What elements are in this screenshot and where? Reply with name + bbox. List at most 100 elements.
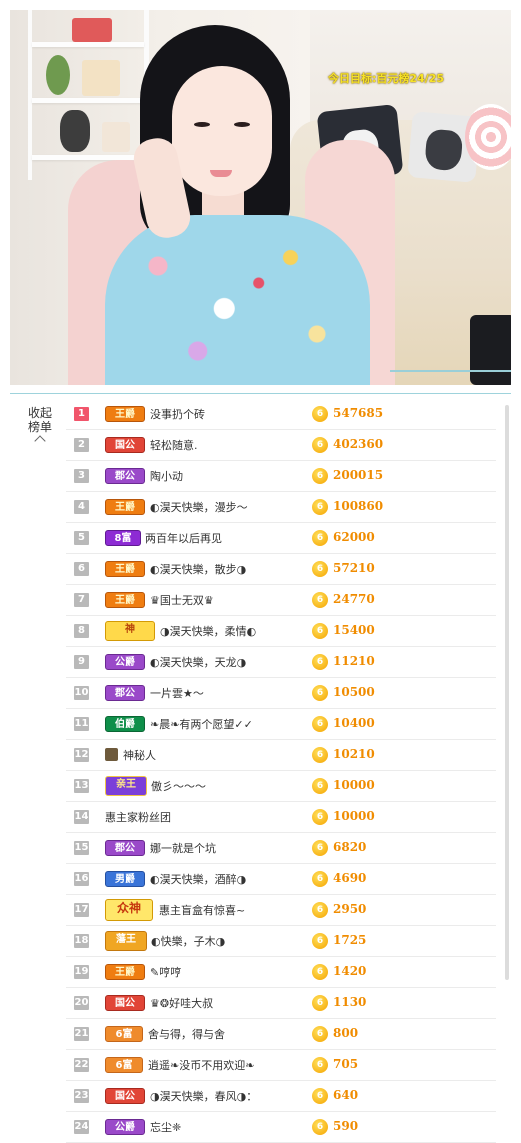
live-video[interactable]: 今日目标:百元榜24/25: [10, 10, 511, 385]
coin-icon: 6: [312, 437, 328, 453]
rank-number: 14: [74, 810, 89, 824]
list-item[interactable]: 8 神 ◑淏天快樂，柔情◐ 6 15400: [66, 616, 496, 647]
user-name[interactable]: ◐淏天快樂，天龙◑: [150, 654, 246, 670]
user-name[interactable]: 一片雲★～: [150, 685, 204, 701]
coin-icon: 6: [312, 530, 328, 546]
noble-badge: 神: [105, 621, 155, 641]
list-item[interactable]: 6 王爵 ◐淏天快樂，散步◑ 6 57210: [66, 554, 496, 585]
list-item[interactable]: 20 国公 ♛❂好哇大叔 6 1130: [66, 988, 496, 1019]
rank-number: 7: [74, 593, 89, 607]
list-item[interactable]: 22 6富 逍遥❧没币不用欢迎❧ 6 705: [66, 1050, 496, 1081]
coin-icon: 6: [312, 499, 328, 515]
list-item[interactable]: 7 王爵 ♛国士无双♛ 6 24770: [66, 585, 496, 616]
list-item[interactable]: 19 王爵 ✎哼哼 6 1420: [66, 957, 496, 988]
list-item[interactable]: 24 公爵 忘尘❈ 6 590: [66, 1112, 496, 1143]
rank-number: 9: [74, 655, 89, 669]
list-item[interactable]: 21 6富 舍与得，得与舍 6 800: [66, 1019, 496, 1050]
contribution-score: 402360: [333, 437, 384, 451]
coin-icon: 6: [312, 809, 328, 825]
contribution-score: 1725: [333, 933, 367, 947]
user-name[interactable]: ♛❂好哇大叔: [150, 995, 213, 1011]
list-item[interactable]: 4 王爵 ◐淏天快樂，漫步～ 6 100860: [66, 492, 496, 523]
contribution-score: 62000: [333, 530, 375, 544]
user-name[interactable]: ◐淏天快樂，散步◑: [150, 561, 246, 577]
coin-icon: 6: [312, 1026, 328, 1042]
contribution-score: 10400: [333, 716, 375, 730]
user-name[interactable]: ◑淏天快樂，柔情◐: [160, 623, 256, 639]
coin-icon: 6: [312, 840, 328, 856]
user-name[interactable]: 忘尘❈: [150, 1119, 181, 1135]
user-name[interactable]: 轻松随意.: [150, 437, 198, 453]
list-item[interactable]: 10 郡公 一片雲★～ 6 10500: [66, 678, 496, 709]
coin-icon: 6: [312, 1057, 328, 1073]
list-item[interactable]: 15 郡公 娜一就是个坑 6 6820: [66, 833, 496, 864]
user-name[interactable]: 舍与得，得与舍: [148, 1026, 225, 1042]
noble-badge: 王爵: [105, 406, 145, 422]
collapse-ranking-button[interactable]: 收起 榜单: [22, 406, 58, 447]
stream-goal-overlay: 今日目标:百元榜24/25: [328, 72, 445, 85]
noble-badge: 众神: [105, 899, 153, 921]
coin-icon: 6: [312, 902, 328, 918]
contribution-score: 10210: [333, 747, 375, 761]
user-name[interactable]: 傲彡～～～: [151, 778, 206, 794]
rank-number: 20: [74, 996, 89, 1010]
contribution-score: 11210: [333, 654, 375, 668]
noble-badge: 国公: [105, 995, 145, 1011]
contribution-score: 24770: [333, 592, 375, 606]
user-name[interactable]: ◑淏天快樂，春风◑：: [150, 1088, 257, 1104]
list-item[interactable]: 3 郡公 陶小动 6 200015: [66, 461, 496, 492]
list-item[interactable]: 1 王爵 没事扔个砖 6 547685: [66, 399, 496, 430]
coin-icon: 6: [312, 654, 328, 670]
rank-number: 1: [74, 407, 89, 421]
list-item[interactable]: 2 国公 轻松随意. 6 402360: [66, 430, 496, 461]
list-item[interactable]: 17 众神 惠主盲盒有惊喜~ 6 2950: [66, 895, 496, 926]
contribution-score: 200015: [333, 468, 384, 482]
list-item[interactable]: 11 伯爵 ❧晨❧有两个愿望✓✓ 6 10400: [66, 709, 496, 740]
user-name[interactable]: ♛国士无双♛: [150, 592, 214, 608]
contribution-score: 1130: [333, 995, 367, 1009]
user-name[interactable]: 惠主盲盒有惊喜~: [159, 902, 245, 918]
coin-icon: 6: [312, 778, 328, 794]
list-item[interactable]: 23 国公 ◑淏天快樂，春风◑： 6 640: [66, 1081, 496, 1112]
user-name[interactable]: 两百年以后再见: [145, 530, 222, 546]
contribution-score: 705: [333, 1057, 359, 1071]
contribution-score: 2950: [333, 902, 367, 916]
coin-icon: 6: [312, 871, 328, 887]
user-name[interactable]: 逍遥❧没币不用欢迎❧: [148, 1057, 254, 1073]
rank-number: 5: [74, 531, 89, 545]
contribution-score: 15400: [333, 623, 375, 637]
user-name[interactable]: ◐快樂，子木◑: [151, 933, 225, 949]
noble-badge: 郡公: [105, 685, 145, 701]
noble-badge: 男爵: [105, 871, 145, 887]
user-name[interactable]: ◐淏天快樂，酒醉◑: [150, 871, 246, 887]
rank-number: 23: [74, 1089, 89, 1103]
list-item[interactable]: 14 惠主家粉丝团 6 10000: [66, 802, 496, 833]
user-name[interactable]: ✎哼哼: [150, 964, 181, 980]
contribution-score: 6820: [333, 840, 367, 854]
noble-badge: 王爵: [105, 964, 145, 980]
user-name[interactable]: 神秘人: [123, 747, 156, 763]
list-item[interactable]: 9 公爵 ◐淏天快樂，天龙◑ 6 11210: [66, 647, 496, 678]
coin-icon: 6: [312, 747, 328, 763]
list-item[interactable]: 18 藩王 ◐快樂，子木◑ 6 1725: [66, 926, 496, 957]
scrollbar[interactable]: [505, 405, 509, 980]
user-name[interactable]: 惠主家粉丝团: [105, 809, 171, 825]
list-item[interactable]: 12 神秘人 6 10210: [66, 740, 496, 771]
coin-icon: 6: [312, 561, 328, 577]
rank-number: 4: [74, 500, 89, 514]
user-name[interactable]: 娜一就是个坑: [150, 840, 216, 856]
contribution-score: 640: [333, 1088, 359, 1102]
user-name[interactable]: 没事扔个砖: [150, 406, 205, 422]
user-name[interactable]: ◐淏天快樂，漫步～: [150, 499, 248, 515]
rank-number: 3: [74, 469, 89, 483]
list-item[interactable]: 16 男爵 ◐淏天快樂，酒醉◑ 6 4690: [66, 864, 496, 895]
contribution-score: 10500: [333, 685, 375, 699]
bookshelf: [28, 10, 149, 180]
list-item[interactable]: 13 亲王 傲彡～～～ 6 10000: [66, 771, 496, 802]
list-item[interactable]: 5 8富 两百年以后再见 6 62000: [66, 523, 496, 554]
user-name[interactable]: 陶小动: [150, 468, 183, 484]
contribution-score: 1420: [333, 964, 367, 978]
noble-badge: 6富: [105, 1026, 143, 1042]
noble-badge: 6富: [105, 1057, 143, 1073]
user-name[interactable]: ❧晨❧有两个愿望✓✓: [150, 716, 253, 732]
